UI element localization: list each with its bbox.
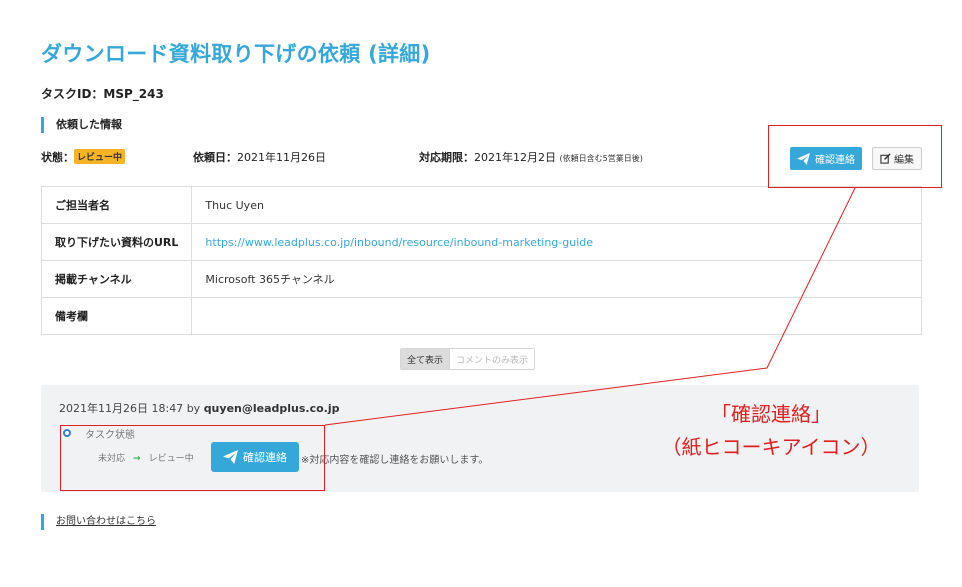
table-row: ご担当者名 Thuc Uyen — [40, 186, 922, 224]
row-header-resource-url: 取り下げたい資料のURL — [40, 223, 193, 261]
comment-header: 2021年11月26日 18:47 by quyen@leadplus.co.j… — [59, 400, 340, 416]
comment-filter-toggle: 全て表示 コメントのみ表示 — [400, 348, 536, 370]
contact-person-value: Thuc Uyen — [191, 186, 922, 224]
contact-link-block: お問い合わせはこちら — [41, 514, 156, 530]
comment-by: by — [186, 402, 201, 415]
channel-value: Microsoft 365チャンネル — [191, 260, 922, 298]
request-date-value: 2021年11月26日 — [237, 151, 326, 164]
status-badge: レビュー中 — [74, 149, 126, 164]
annotation-highlight-top — [768, 125, 942, 188]
resource-url-link[interactable]: https://www.leadplus.co.jp/inbound/resou… — [205, 236, 593, 249]
row-header-contact-person: ご担当者名 — [40, 186, 193, 224]
row-header-channel: 掲載チャンネル — [40, 260, 193, 298]
row-header-remarks: 備考欄 — [40, 297, 193, 335]
page-title: ダウンロード資料取り下げの依頼 (詳細) — [41, 42, 431, 66]
request-date-field: 依頼日：2021年11月26日 — [193, 149, 326, 165]
annotation-highlight-bottom — [60, 425, 325, 491]
section-heading-request-info: 依頼した情報 — [41, 117, 122, 133]
status-label: 状態： — [41, 151, 74, 164]
comment-note: ※対応内容を確認し連絡をお願いします。 — [301, 455, 489, 466]
comment-datetime: 2021年11月26日 18:47 — [59, 402, 184, 415]
annotation-label: 「確認連絡」 （紙ヒコーキアイコン） — [626, 398, 916, 464]
request-date-label: 依頼日： — [193, 151, 237, 164]
resource-url-cell: https://www.leadplus.co.jp/inbound/resou… — [191, 223, 922, 261]
table-row: 掲載チャンネル Microsoft 365チャンネル — [40, 260, 922, 298]
deadline-label: 対応期限： — [419, 151, 474, 164]
status-field: 状態： レビュー中 — [41, 149, 126, 165]
deadline-note: (依頼日含む5営業日後) — [559, 154, 643, 163]
annotation-line-1: 「確認連絡」 — [711, 402, 831, 426]
contact-link[interactable]: お問い合わせはこちら — [56, 516, 156, 527]
comment-user: quyen@leadplus.co.jp — [203, 402, 340, 415]
annotation-line-2: （紙ヒコーキアイコン） — [661, 435, 881, 459]
show-all-button[interactable]: 全て表示 — [401, 349, 450, 369]
task-id: タスクID：MSP_243 — [41, 87, 164, 101]
deadline-field: 対応期限：2021年12月2日 (依頼日含む5営業日後) — [419, 149, 643, 165]
table-row: 取り下げたい資料のURL https://www.leadplus.co.jp/… — [40, 223, 922, 261]
comments-only-button[interactable]: コメントのみ表示 — [449, 349, 535, 369]
remarks-value — [191, 297, 922, 335]
table-row: 備考欄 — [40, 297, 922, 335]
deadline-value: 2021年12月2日 — [474, 151, 556, 164]
request-info-table: ご担当者名 Thuc Uyen 取り下げたい資料のURL https://www… — [40, 186, 922, 335]
